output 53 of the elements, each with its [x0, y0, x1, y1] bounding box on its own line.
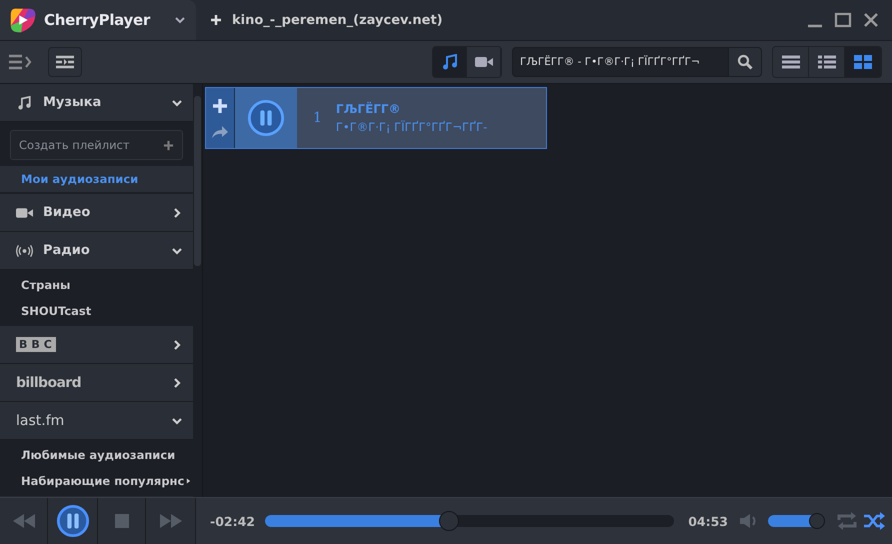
tab-title[interactable]: kino_-_peremen_(zaycev.net) — [232, 12, 443, 28]
grid-icon[interactable] — [854, 55, 872, 69]
menu-icon[interactable] — [8, 54, 32, 70]
progress-handle[interactable] — [439, 511, 460, 531]
scrollbar[interactable] — [193, 84, 202, 497]
create-playlist-field[interactable]: Создать плейлист — [10, 130, 183, 160]
detailed-list-icon[interactable] — [818, 55, 836, 69]
section-label: Музыка — [43, 95, 102, 110]
maximize-icon[interactable] — [834, 11, 852, 29]
list-icon[interactable] — [782, 55, 800, 69]
document-tab[interactable]: kino_-_peremen_(zaycev.net) — [196, 0, 457, 40]
sidebar-section[interactable]: last.fm — [0, 402, 193, 440]
section-label: Видео — [43, 205, 90, 220]
section-label: Радио — [43, 243, 90, 258]
track-artist: Г•Г®Г·Г¡ ГЇГҐГ°ГҐГ¬ГҐГ- — [336, 120, 488, 134]
playlist-layout-button[interactable] — [48, 47, 82, 77]
pause-icon[interactable] — [247, 99, 285, 137]
radio-waves-icon — [16, 244, 33, 258]
pause-button[interactable] — [48, 498, 98, 544]
grid-view-button[interactable] — [845, 47, 881, 77]
music-filter-button[interactable] — [433, 47, 467, 77]
shuffle-icon[interactable] — [864, 512, 886, 530]
music-note-icon[interactable] — [442, 54, 458, 70]
sidebar-item[interactable]: Мои аудиозаписи — [0, 166, 193, 192]
sidebar-item[interactable]: Набирающие популярнс — [0, 468, 193, 494]
app-name: CherryPlayer — [44, 11, 150, 29]
sidebar-section[interactable]: Видео — [0, 194, 193, 232]
elapsed-time: -02:42 — [210, 514, 255, 528]
sidebar-section[interactable]: billboard — [0, 364, 193, 402]
section-label: last.fm — [16, 412, 64, 428]
volume-handle[interactable] — [809, 513, 826, 529]
track-number: 1 — [313, 110, 322, 126]
layout-icon[interactable] — [55, 55, 75, 69]
chevron-right-icon — [171, 376, 183, 388]
search-field[interactable]: ГЉГЁГГ® - Г•Г®Г·Г¡ ГЇГҐГ°ГҐГ¬ — [512, 47, 762, 77]
video-camera-icon[interactable] — [474, 56, 492, 68]
section-label: billboard — [16, 374, 82, 390]
sidebar-section[interactable]: Радио — [0, 232, 193, 270]
search-icon[interactable] — [728, 48, 761, 76]
chevron-right-icon — [171, 206, 183, 218]
sidebar-item[interactable]: SHOUTcast — [0, 298, 193, 324]
share-arrow-icon[interactable] — [211, 124, 229, 138]
sidebar-section[interactable]: Музыка — [0, 84, 193, 122]
video-camera-icon — [16, 206, 33, 220]
music-note-icon — [16, 96, 33, 110]
chevron-right-icon — [171, 338, 183, 350]
bbc-logo: BBC — [16, 337, 56, 352]
sidebar-item[interactable]: Любимые аудиозаписи — [0, 442, 193, 468]
close-icon[interactable] — [862, 11, 880, 29]
track-title: ГЉГЁГГ® — [336, 102, 402, 116]
sidebar-item[interactable]: Страны — [0, 272, 193, 298]
sidebar-section[interactable]: BBC — [0, 326, 193, 364]
total-duration: 04:53 — [688, 514, 728, 528]
